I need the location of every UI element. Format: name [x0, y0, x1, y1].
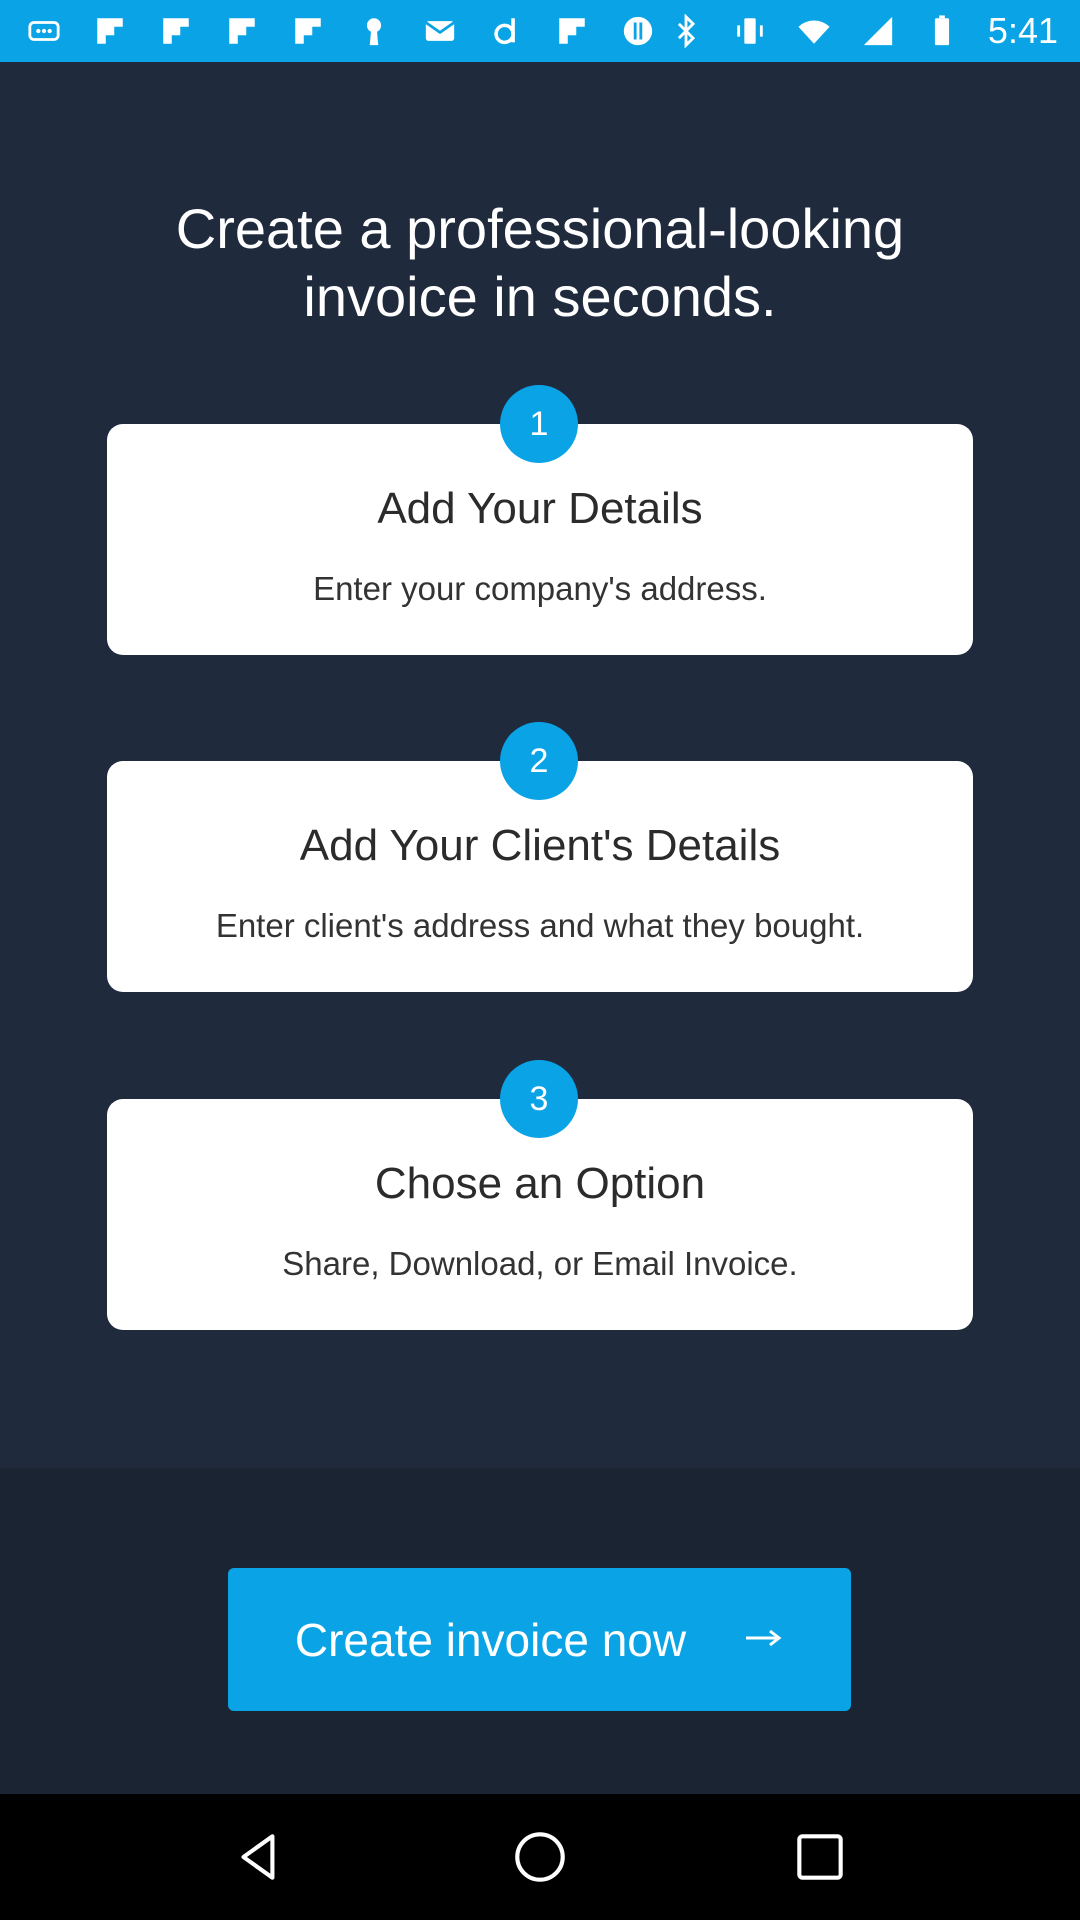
navigation-bar: [0, 1794, 1080, 1920]
back-icon[interactable]: [215, 1812, 305, 1902]
arrow-right-icon: [744, 1627, 784, 1652]
battery-icon: [924, 13, 960, 49]
flipboard-icon: [158, 13, 194, 49]
step-number-badge: 1: [500, 385, 578, 463]
system-icons: 5:41: [668, 10, 1058, 52]
signal-icon: [860, 13, 896, 49]
d-icon: [488, 13, 524, 49]
step-title: Add Your Details: [377, 484, 703, 533]
keyhole-icon: [356, 13, 392, 49]
step-description: Share, Download, or Email Invoice.: [282, 1245, 798, 1282]
create-invoice-label: Create invoice now: [294, 1613, 687, 1666]
headline-line-1: Create a professional-looking: [175, 197, 905, 260]
step-title: Add Your Client's Details: [299, 821, 781, 870]
status-bar: 5:41: [0, 0, 1080, 62]
headline-line-2: invoice in seconds.: [303, 265, 777, 328]
mail-icon: [422, 13, 458, 49]
step-title: Chose an Option: [374, 1159, 706, 1208]
flipboard-icon: [224, 13, 260, 49]
flipboard-icon: [290, 13, 326, 49]
step-number-badge: 3: [500, 1060, 578, 1138]
alert-circle-icon: [620, 13, 656, 49]
more-icon: [26, 13, 62, 49]
bluetooth-icon: [668, 13, 704, 49]
flipboard-icon: [554, 13, 590, 49]
notification-icons: [26, 13, 656, 49]
step-description: Enter your company's address.: [313, 570, 767, 607]
wifi-icon: [796, 13, 832, 49]
flipboard-icon: [92, 13, 128, 49]
recents-icon[interactable]: [775, 1812, 865, 1902]
clock: 5:41: [987, 10, 1058, 51]
create-invoice-button[interactable]: Create invoice now: [228, 1568, 851, 1711]
step-description: Enter client's address and what they bou…: [215, 907, 865, 944]
home-icon[interactable]: [495, 1812, 585, 1902]
page-title: Create a professional-looking invoice in…: [100, 195, 980, 331]
step-number-badge: 2: [500, 722, 578, 800]
vibrate-icon: [732, 13, 768, 49]
